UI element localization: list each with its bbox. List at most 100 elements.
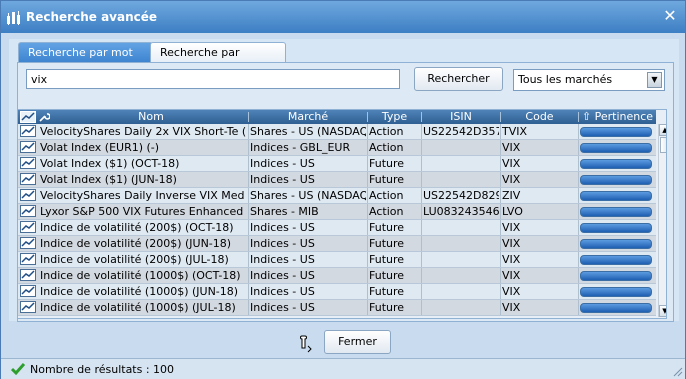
cursor-icon <box>300 335 312 353</box>
cell-type: Future <box>369 237 405 250</box>
cell-code: VIX <box>502 285 521 298</box>
table-row[interactable]: Indice de volatilité (1000$) (JUL-18) Ind… <box>18 300 656 316</box>
cell-nom: Indice de volatilité (1000$) (JUN-18) <box>40 285 239 298</box>
table-row[interactable]: Volat Index ($1) (OCT-18) Indices - US Fut… <box>18 156 656 172</box>
search-button[interactable]: Rechercher <box>414 67 503 91</box>
cell-nom: VelocityShares Daily 2x VIX Short-Te (-) <box>40 125 246 138</box>
cell-isin: US22542D3576 <box>423 125 499 138</box>
vertical-scrollbar[interactable]: ▲ ▼ <box>658 124 666 317</box>
cell-code: VIX <box>502 173 521 186</box>
cell-type: Action <box>369 125 404 138</box>
market-select-value: Tous les marchés <box>518 73 613 86</box>
add-to-chart-icon[interactable] <box>20 111 36 123</box>
chart-icon[interactable] <box>20 301 36 313</box>
relevance-bar <box>580 287 652 297</box>
cell-marche: Indices - US <box>250 269 315 282</box>
cell-isin <box>423 140 499 155</box>
search-input[interactable] <box>26 69 400 89</box>
sort-arrow-icon: ⇧ <box>581 110 595 123</box>
column-header-pertinence[interactable]: ⇧ Pertinence <box>579 110 656 124</box>
app-icon <box>7 11 20 25</box>
cell-isin <box>423 172 499 187</box>
close-icon[interactable]: ✕ <box>661 7 679 25</box>
cell-nom: VelocityShares Daily Inverse VIX Med (-) <box>40 189 246 202</box>
chart-icon[interactable] <box>20 269 36 281</box>
relevance-bar <box>580 223 652 233</box>
cell-code: LVO <box>502 205 523 218</box>
table-row[interactable]: VelocityShares Daily Inverse VIX Med (-)… <box>18 188 656 204</box>
cell-marche: Indices - US <box>250 237 315 250</box>
table-row[interactable]: Indice de volatilité (200$) (JUN-18) Indi… <box>18 236 656 252</box>
chart-icon[interactable] <box>20 221 36 233</box>
cell-isin: LU0832435464 <box>423 205 499 218</box>
cell-code: VIX <box>502 221 521 234</box>
cell-nom: Volat Index ($1) (JUN-18) <box>40 173 177 186</box>
cell-type: Action <box>369 141 404 154</box>
table-row[interactable]: Indice de volatilité (200$) (OCT-18) Indi… <box>18 220 656 236</box>
relevance-bar <box>580 175 652 185</box>
table-row[interactable]: Lyxor S&P 500 VIX Futures Enhanced R ...… <box>18 204 656 220</box>
relevance-bar <box>580 159 652 169</box>
table-row[interactable]: Volat Index ($1) (JUN-18) Indices - US Fut… <box>18 172 656 188</box>
scroll-up-icon[interactable]: ▲ <box>659 124 666 136</box>
cell-isin <box>423 268 499 283</box>
market-select[interactable]: Tous les marchés ▼ <box>513 69 665 91</box>
tab-keyword-search[interactable]: Recherche par mot clé <box>18 42 153 79</box>
title-bar[interactable]: Recherche avancée ✕ <box>1 1 685 33</box>
table-row[interactable]: Indice de volatilité (200$) (JUL-18) Indi… <box>18 252 656 268</box>
cell-marche: Indices - US <box>250 253 315 266</box>
cell-code: VIX <box>502 237 521 250</box>
cell-type: Future <box>369 157 405 170</box>
cell-marche: Shares - MIB <box>250 205 319 218</box>
cell-marche: Indices - US <box>250 301 315 314</box>
cell-code: TVIX <box>502 125 528 138</box>
column-header-nom[interactable]: Nom <box>54 110 248 124</box>
close-button[interactable]: Fermer <box>324 330 391 354</box>
chart-icon[interactable] <box>20 285 36 297</box>
chart-icon[interactable] <box>20 173 36 185</box>
cell-code: VIX <box>502 141 521 154</box>
cell-code: VIX <box>502 157 521 170</box>
tab-market-search[interactable]: Recherche par marché <box>150 42 286 79</box>
chart-icon[interactable] <box>20 157 36 169</box>
column-header-marche[interactable]: Marché <box>249 110 367 124</box>
column-header-type[interactable]: Type <box>368 110 421 124</box>
table-row[interactable]: Volat Index (EUR1) (-) Indices - GBL_EUR A… <box>18 140 656 156</box>
chart-icon[interactable] <box>20 237 36 249</box>
cell-code: VIX <box>502 269 521 282</box>
search-panel: Recherche par mot clé Recherche par marc… <box>9 39 679 322</box>
wrench-icon[interactable] <box>38 111 50 123</box>
resize-grip-icon[interactable] <box>673 367 683 377</box>
cell-type: Action <box>369 189 404 202</box>
relevance-bar <box>580 207 652 217</box>
chart-icon[interactable] <box>20 125 36 137</box>
table-row[interactable]: Indice de volatilité (1000$) (JUN-18) Ind… <box>18 284 656 300</box>
column-header-isin[interactable]: ISIN <box>422 110 500 124</box>
scroll-thumb[interactable] <box>660 137 666 153</box>
cell-isin <box>423 252 499 267</box>
chevron-down-icon[interactable]: ▼ <box>647 72 662 88</box>
relevance-bar <box>580 143 652 153</box>
scroll-down-icon[interactable]: ▼ <box>659 305 666 317</box>
advanced-search-window: Recherche avancée ✕ Recherche par mot cl… <box>0 0 686 379</box>
cell-isin <box>423 236 499 251</box>
table-row[interactable]: VelocityShares Daily 2x VIX Short-Te (-)… <box>18 124 656 140</box>
status-bar: Nombre de résultats : 100 <box>1 358 685 379</box>
cell-type: Action <box>369 205 404 218</box>
cell-isin <box>423 156 499 171</box>
cell-marche: Indices - US <box>250 173 315 186</box>
chart-icon[interactable] <box>20 141 36 153</box>
relevance-bar <box>580 127 652 137</box>
table-row[interactable]: Indice de volatilité (1000$) (OCT-18) Ind… <box>18 268 656 284</box>
relevance-bar <box>580 255 652 265</box>
chart-icon[interactable] <box>20 189 36 201</box>
chart-icon[interactable] <box>20 205 36 217</box>
column-header-code[interactable]: Code <box>501 110 578 124</box>
check-icon <box>11 363 25 376</box>
cell-type: Future <box>369 221 405 234</box>
cell-marche: Shares - US (NASDAQ) <box>250 189 366 202</box>
cell-marche: Shares - US (NASDAQ) <box>250 125 366 138</box>
chart-icon[interactable] <box>20 253 36 265</box>
results-table: Nom Marché Type ISIN Code ⇧ Pertinence V… <box>17 109 667 319</box>
relevance-bar <box>580 271 652 281</box>
